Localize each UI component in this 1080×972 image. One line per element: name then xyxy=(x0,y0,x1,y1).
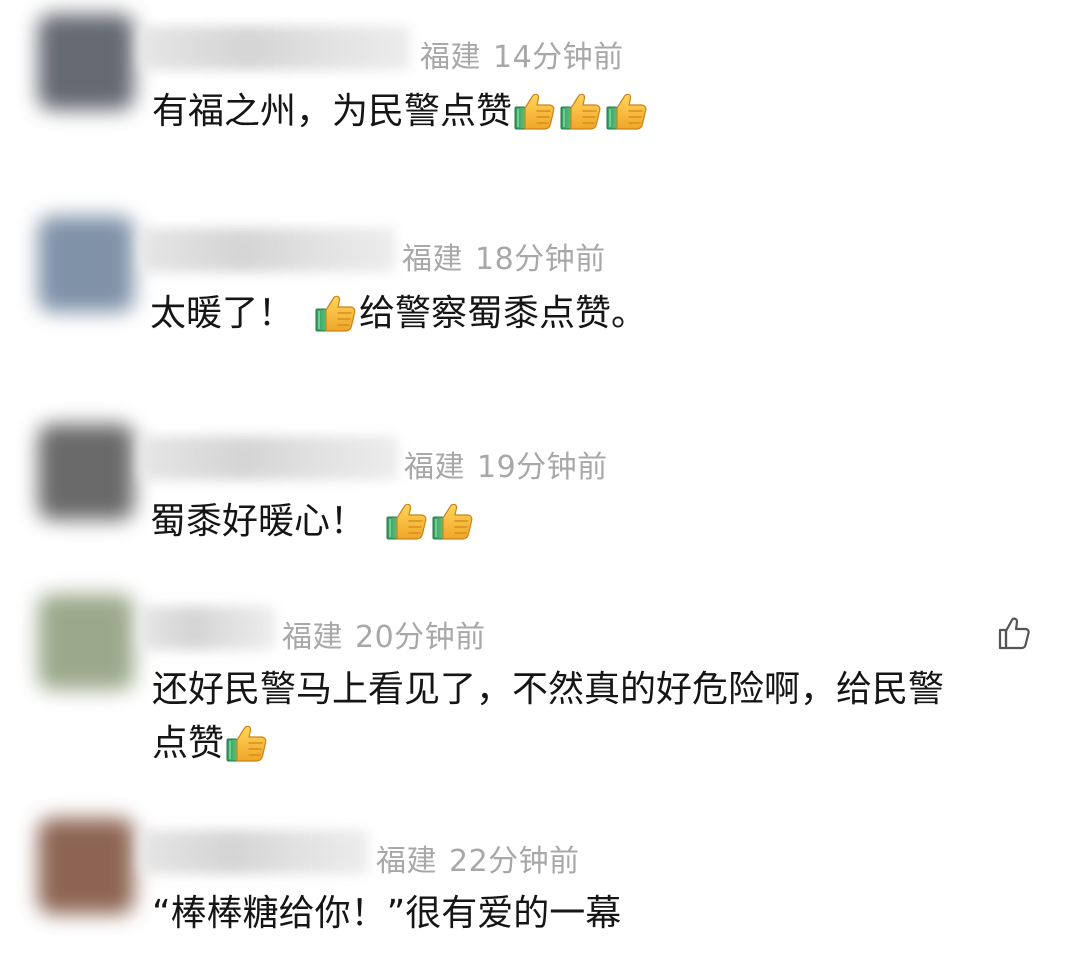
location-label: 福建 xyxy=(404,450,465,485)
username-blurred[interactable] xyxy=(140,606,275,650)
avatar[interactable] xyxy=(38,14,134,110)
username-blurred[interactable] xyxy=(140,830,368,874)
username-blurred[interactable] xyxy=(140,26,410,70)
comment-text-content: “棒棒糖给你！”很有爱的一幕 xyxy=(152,893,622,934)
thumbs-up-icon xyxy=(513,89,557,131)
thumbs-up-group xyxy=(224,723,270,764)
comment-meta: 福建 18分钟前 xyxy=(402,234,618,278)
thumbs-up-icon xyxy=(605,89,649,131)
comment-text-content: 蜀黍好暖心！ xyxy=(150,501,367,542)
comment-text: 蜀黍好暖心！ xyxy=(150,498,476,546)
thumbs-up-icon xyxy=(385,499,429,541)
avatar[interactable] xyxy=(38,424,134,520)
comment-text: 有福之州，为民警点赞 xyxy=(152,88,650,136)
thumbs-up-group xyxy=(512,91,650,132)
comment-text-line-2-content: 点赞 xyxy=(152,723,225,764)
comment-meta: 福建 20分钟前 xyxy=(282,612,498,656)
location-label: 福建 xyxy=(402,242,463,277)
comment-text: 太暖了！ 给警察蜀黍点赞。 xyxy=(150,290,647,338)
username-blurred[interactable] xyxy=(140,228,395,272)
comment-text-line-1: 还好民警马上看见了，不然真的好危险啊，给民警 xyxy=(152,669,945,710)
thumbs-up-icon xyxy=(225,721,269,763)
comment-text-content: 有福之州，为民警点赞 xyxy=(152,91,513,132)
comment-meta: 福建 22分钟前 xyxy=(376,836,592,880)
avatar[interactable] xyxy=(38,216,134,312)
timestamp: 20分钟前 xyxy=(355,620,486,655)
location-label: 福建 xyxy=(282,620,343,655)
timestamp: 19分钟前 xyxy=(477,450,608,485)
comment-text: 还好民警马上看见了，不然真的好危险啊，给民警 点赞 xyxy=(152,666,944,768)
comment-meta: 福建 14分钟前 xyxy=(420,32,636,76)
comment-text-line-2: 点赞 xyxy=(152,720,944,768)
username-blurred[interactable] xyxy=(140,436,398,480)
thumbs-up-icon xyxy=(314,291,358,333)
timestamp: 14分钟前 xyxy=(493,40,624,75)
like-icon[interactable] xyxy=(994,614,1032,652)
timestamp: 22分钟前 xyxy=(449,844,580,879)
comment-meta: 福建 19分钟前 xyxy=(404,442,620,486)
comment-text-after: 给警察蜀黍点赞。 xyxy=(359,293,648,334)
avatar[interactable] xyxy=(38,594,134,690)
avatar[interactable] xyxy=(38,818,134,914)
timestamp: 18分钟前 xyxy=(475,242,606,277)
location-label: 福建 xyxy=(376,844,437,879)
comment-text: “棒棒糖给你！”很有爱的一幕 xyxy=(152,890,621,938)
thumbs-up-icon xyxy=(431,499,475,541)
thumbs-up-icon xyxy=(559,89,603,131)
thumbs-up-group xyxy=(384,501,476,542)
comment-text-before: 太暖了！ xyxy=(150,293,295,334)
location-label: 福建 xyxy=(420,40,481,75)
